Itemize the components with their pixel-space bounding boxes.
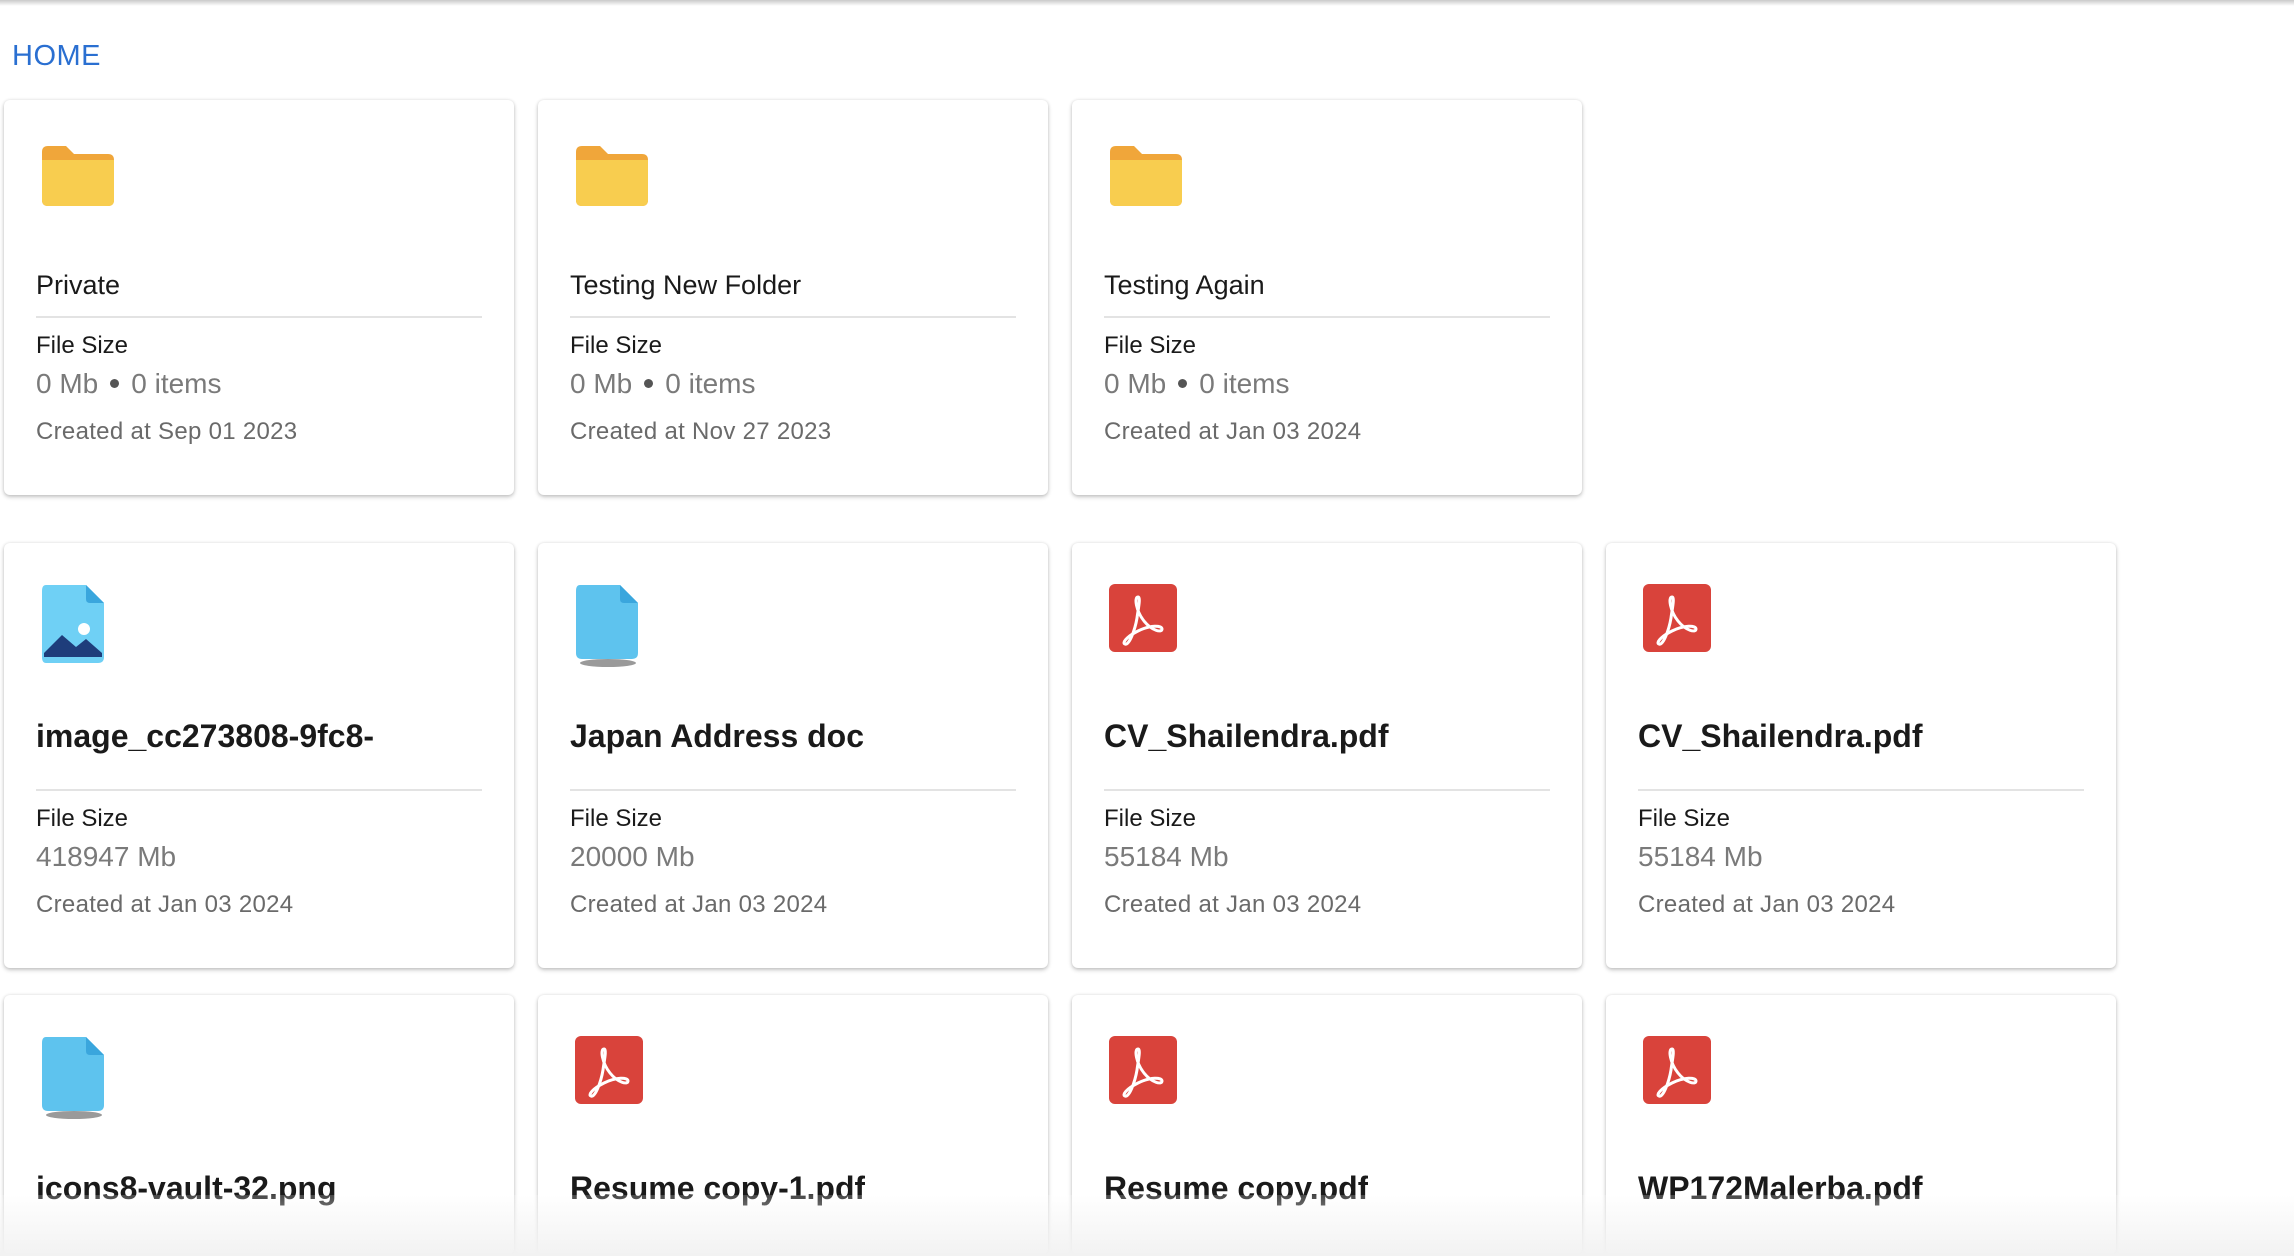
- file-size-label: File Size: [570, 805, 663, 832]
- folder-size: 0 Mb: [1104, 368, 1167, 399]
- folder-icon: [574, 144, 650, 213]
- folder-name: Testing Again: [1104, 270, 1265, 300]
- file-size-label: File Size: [570, 332, 663, 359]
- folder-name: Testing New Folder: [570, 270, 802, 300]
- folder-size-line: 0 Mb 0 items: [36, 368, 222, 400]
- file-name: CV_Shailendra.pdf: [1638, 718, 1923, 754]
- file-card[interactable]: CV_Shailendra.pdf File Size 55184 Mb Cre…: [1072, 543, 1582, 968]
- breadcrumb-home-link[interactable]: HOME: [12, 40, 101, 73]
- folder-item-count: 0 items: [665, 368, 756, 399]
- document-file-icon: [574, 583, 642, 674]
- file-name: image_cc273808-9fc8-: [36, 718, 375, 754]
- separator-dot: [1178, 379, 1188, 389]
- divider: [36, 316, 482, 318]
- file-size-label: File Size: [36, 332, 129, 359]
- folder-item-count: 0 items: [131, 368, 222, 399]
- folder-size-line: 0 Mb 0 items: [570, 368, 756, 400]
- folder-icon: [1108, 144, 1184, 213]
- folder-size: 0 Mb: [570, 368, 633, 399]
- pdf-file-icon: [1642, 1035, 1712, 1110]
- image-file-icon: [40, 583, 108, 670]
- created-date: Created at Jan 03 2024: [1638, 891, 1896, 918]
- divider: [1104, 316, 1550, 318]
- pdf-file-icon: [1642, 583, 1712, 658]
- divider: [1104, 789, 1550, 791]
- divider: [570, 789, 1016, 791]
- pdf-file-icon: [1108, 1035, 1178, 1110]
- folder-icon: [40, 144, 116, 213]
- file-size: 20000 Mb: [570, 841, 695, 872]
- folder-card[interactable]: Testing New Folder File Size 0 Mb 0 items…: [538, 100, 1048, 495]
- folder-size: 0 Mb: [36, 368, 99, 399]
- file-size-label: File Size: [1104, 332, 1197, 359]
- divider: [1638, 789, 2084, 791]
- created-date: Created at Jan 03 2024: [36, 891, 294, 918]
- pdf-file-icon: [1108, 583, 1178, 658]
- bottom-fade-overlay: [0, 1195, 2294, 1256]
- file-size-label: File Size: [1104, 805, 1197, 832]
- file-size: 418947 Mb: [36, 841, 177, 872]
- created-date: Created at Jan 03 2024: [1104, 891, 1362, 918]
- created-date: Created at Jan 03 2024: [570, 891, 828, 918]
- document-file-icon: [40, 1035, 108, 1126]
- file-size: 55184 Mb: [1638, 841, 1763, 872]
- divider: [36, 789, 482, 791]
- file-card[interactable]: image_cc273808-9fc8- File Size 418947 Mb…: [4, 543, 514, 968]
- folder-card[interactable]: Private File Size 0 Mb 0 items Created at…: [4, 100, 514, 495]
- folder-size-line: 0 Mb 0 items: [1104, 368, 1290, 400]
- top-bar-shadow: [0, 0, 2294, 6]
- separator-dot: [110, 379, 120, 389]
- created-date: Created at Sep 01 2023: [36, 418, 298, 445]
- file-size-label: File Size: [36, 805, 129, 832]
- separator-dot: [644, 379, 654, 389]
- created-date: Created at Nov 27 2023: [570, 418, 832, 445]
- file-card[interactable]: Japan Address doc File Size 20000 Mb Cre…: [538, 543, 1048, 968]
- file-card[interactable]: CV_Shailendra.pdf File Size 55184 Mb Cre…: [1606, 543, 2116, 968]
- file-size-label: File Size: [1638, 805, 1731, 832]
- folder-item-count: 0 items: [1199, 368, 1290, 399]
- pdf-file-icon: [574, 1035, 644, 1110]
- created-date: Created at Jan 03 2024: [1104, 418, 1362, 445]
- file-name: Japan Address doc: [570, 718, 865, 754]
- file-size: 55184 Mb: [1104, 841, 1229, 872]
- folder-name: Private: [36, 270, 121, 300]
- folder-card[interactable]: Testing Again File Size 0 Mb 0 items Crea…: [1072, 100, 1582, 495]
- file-name: CV_Shailendra.pdf: [1104, 718, 1389, 754]
- divider: [570, 316, 1016, 318]
